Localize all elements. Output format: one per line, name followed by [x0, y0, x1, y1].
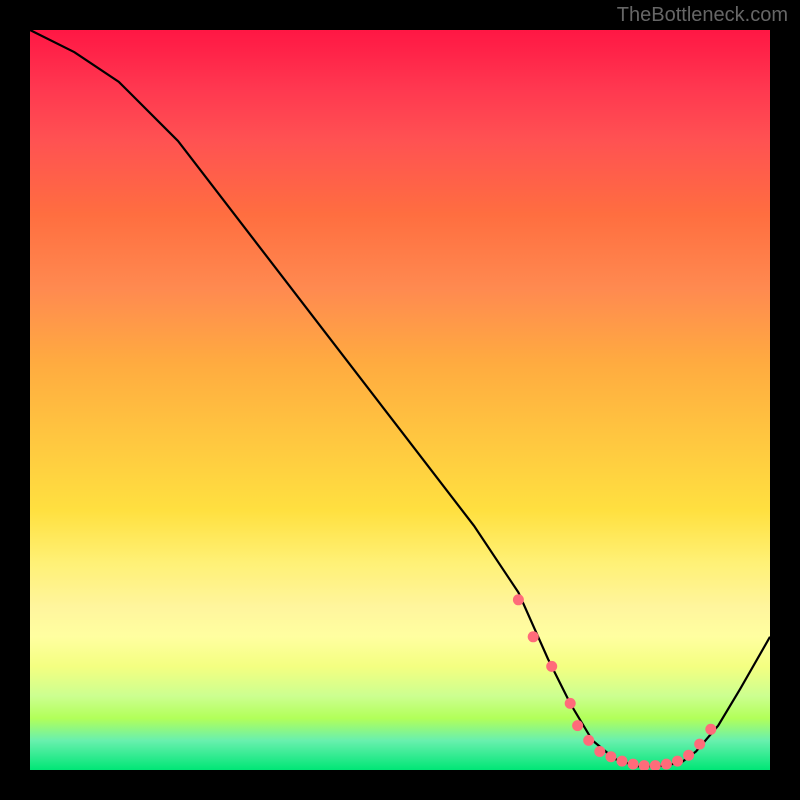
trough-point [694, 739, 705, 750]
bottleneck-curve-svg [30, 30, 770, 770]
trough-point [650, 760, 661, 770]
trough-point [683, 750, 694, 761]
bottleneck-curve-line [30, 30, 770, 766]
trough-point [639, 760, 650, 770]
trough-point [583, 735, 594, 746]
trough-points-group [513, 594, 716, 770]
trough-point [594, 746, 605, 757]
trough-point [672, 756, 683, 767]
trough-point [546, 661, 557, 672]
trough-point [661, 759, 672, 770]
trough-point [528, 631, 539, 642]
trough-point [605, 751, 616, 762]
trough-point [628, 759, 639, 770]
trough-point [572, 720, 583, 731]
trough-point [565, 698, 576, 709]
plot-area [30, 30, 770, 770]
watermark-text: TheBottleneck.com [617, 4, 788, 27]
trough-point [617, 756, 628, 767]
trough-point [705, 724, 716, 735]
trough-point [513, 594, 524, 605]
